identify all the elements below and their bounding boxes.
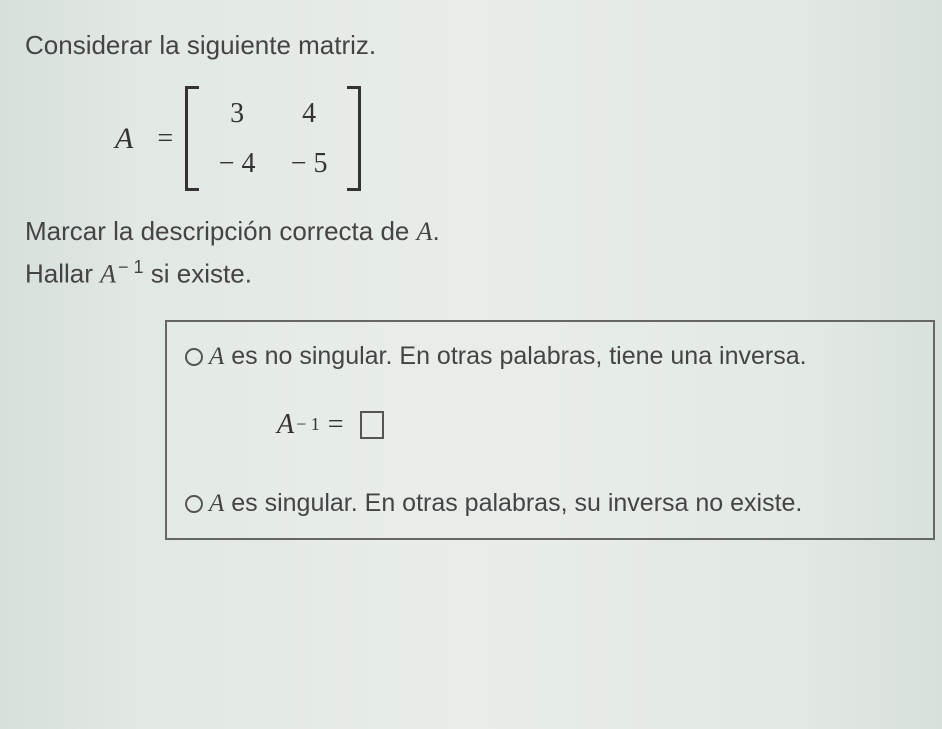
- option-singular[interactable]: A es singular. En otras palabras, su inv…: [167, 469, 933, 538]
- radio-icon[interactable]: [185, 348, 203, 366]
- instruction1-post: .: [433, 216, 440, 246]
- option1-desc: es no singular. En otras palabras, tiene…: [224, 342, 806, 370]
- instruction1-pre: Marcar la descripción correcta de: [25, 216, 417, 246]
- inverse-equation: A− 1 =: [167, 391, 933, 469]
- matrix-cell-r1c1: 3: [217, 98, 257, 130]
- option2-var: A: [209, 490, 224, 517]
- option1-var: A: [209, 343, 224, 370]
- instruction2-post: si existe.: [144, 259, 252, 289]
- equals-sign: =: [157, 123, 173, 155]
- option2-desc: es singular. En otras palabras, su inver…: [224, 489, 802, 517]
- instruction-find: Hallar A− 1 si existe.: [25, 257, 917, 290]
- bracket-left-icon: [185, 86, 199, 191]
- matrix-equation: A = 3 4 − 4 − 5: [115, 86, 917, 191]
- radio-icon[interactable]: [185, 495, 203, 513]
- matrix-cell-r1c2: 4: [289, 98, 329, 130]
- instruction2-exp: − 1: [118, 257, 144, 277]
- inverse-exp: − 1: [296, 414, 320, 435]
- inverse-equals: =: [328, 409, 344, 441]
- question-intro: Considerar la siguiente matriz.: [25, 30, 917, 61]
- option1-text: A es no singular. En otras palabras, tie…: [209, 342, 807, 371]
- matrix-brackets: 3 4 − 4 − 5: [185, 86, 361, 191]
- instruction1-var: A: [417, 217, 433, 246]
- instruction2-pre: Hallar: [25, 259, 100, 289]
- options-container: A es no singular. En otras palabras, tie…: [165, 320, 935, 540]
- instruction-mark: Marcar la descripción correcta de A.: [25, 216, 917, 247]
- inverse-answer-input[interactable]: [360, 411, 384, 439]
- instruction2-var: A: [100, 260, 116, 289]
- matrix-cell-r2c2: − 5: [289, 148, 329, 180]
- option-nonsingular[interactable]: A es no singular. En otras palabras, tie…: [167, 322, 933, 391]
- option2-text: A es singular. En otras palabras, su inv…: [209, 489, 802, 518]
- bracket-right-icon: [347, 86, 361, 191]
- matrix-variable-label: A: [115, 122, 133, 156]
- matrix-cell-r2c1: − 4: [217, 148, 257, 180]
- matrix-grid: 3 4 − 4 − 5: [199, 88, 347, 190]
- inverse-var: A: [277, 409, 294, 441]
